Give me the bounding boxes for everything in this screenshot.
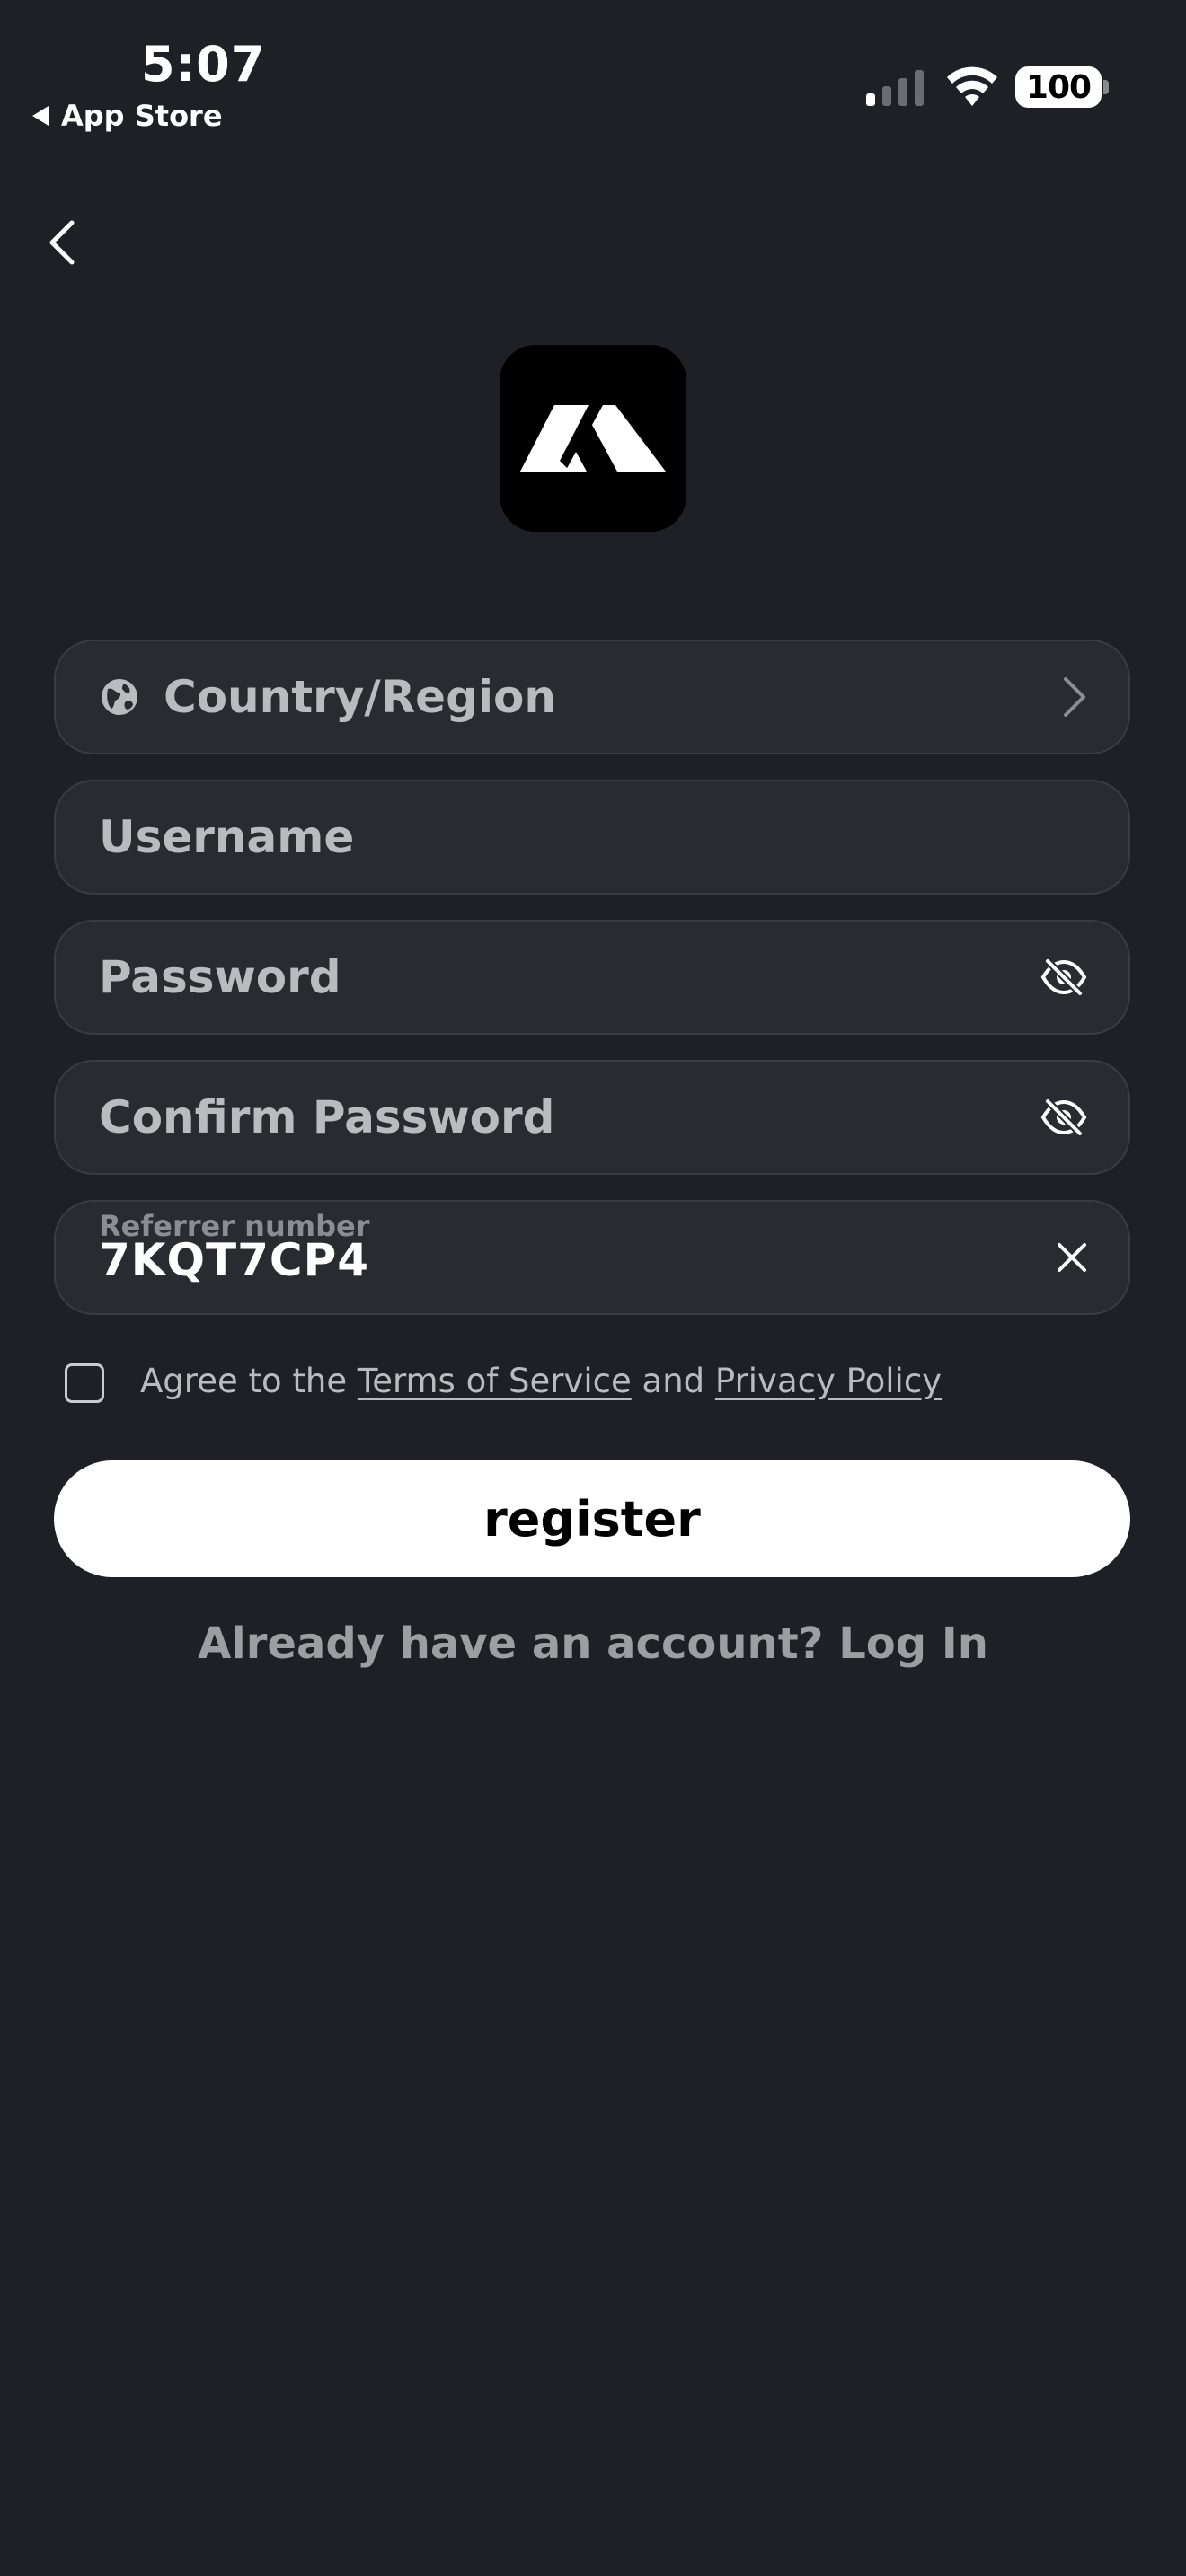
wifi-icon — [947, 66, 997, 106]
agree-text: Agree to the Terms of Service and Privac… — [140, 1362, 942, 1400]
eye-off-icon[interactable] — [1040, 957, 1087, 997]
cellular-signal-icon — [866, 70, 924, 106]
confirm-password-field[interactable]: Confirm Password — [54, 1060, 1130, 1175]
back-to-app-store[interactable]: App Store — [32, 99, 223, 133]
battery-indicator: 100 — [1015, 66, 1102, 108]
confirm-password-placeholder: Confirm Password — [99, 1091, 555, 1143]
eye-off-icon[interactable] — [1040, 1098, 1087, 1137]
close-icon[interactable] — [1057, 1242, 1087, 1273]
chevron-left-icon[interactable] — [43, 216, 83, 269]
referrer-value[interactable]: 7KQT7CP4 — [99, 1234, 369, 1286]
register-button[interactable]: register — [54, 1460, 1130, 1577]
agree-checkbox[interactable] — [65, 1363, 104, 1403]
back-triangle-icon — [32, 106, 49, 126]
login-link[interactable]: Already have an account? Log In — [0, 1619, 1186, 1669]
password-placeholder: Password — [99, 951, 341, 1003]
country-region-label: Country/Region — [164, 671, 556, 723]
status-time: 5:07 — [141, 36, 266, 93]
agree-middle: and — [631, 1362, 715, 1400]
privacy-policy-link[interactable]: Privacy Policy — [715, 1362, 942, 1400]
chevron-right-icon — [1064, 677, 1085, 717]
back-app-label: App Store — [61, 99, 223, 133]
country-region-selector[interactable]: Country/Region — [54, 640, 1130, 754]
agree-prefix: Agree to the — [140, 1362, 358, 1400]
password-field[interactable]: Password — [54, 920, 1130, 1035]
logo-mark-icon — [520, 405, 666, 472]
username-field[interactable]: Username — [54, 780, 1130, 895]
battery-nub — [1103, 80, 1109, 94]
globe-icon — [102, 679, 137, 715]
referrer-number-field[interactable]: Referrer number 7KQT7CP4 — [54, 1200, 1130, 1315]
username-placeholder: Username — [99, 811, 355, 863]
terms-of-service-link[interactable]: Terms of Service — [358, 1362, 632, 1400]
app-logo — [500, 345, 686, 532]
